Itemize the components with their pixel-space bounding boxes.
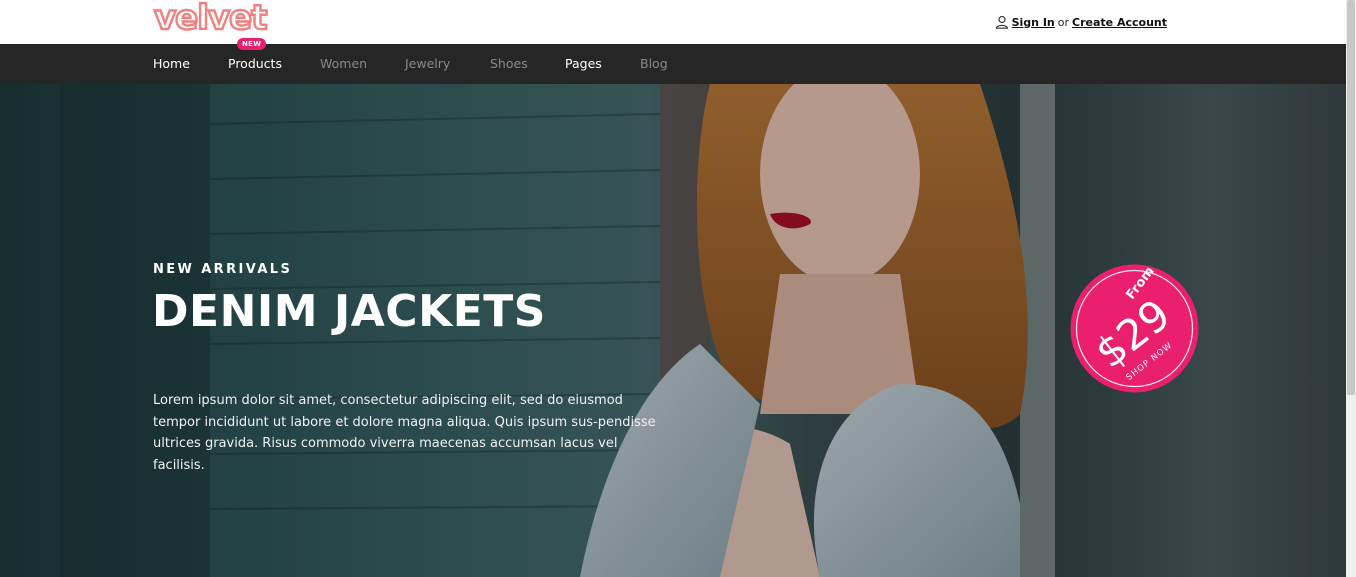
page: velvet Sign In or Create Account NEW Hom… — [0, 0, 1356, 577]
nav-shoes[interactable]: Shoes — [490, 56, 528, 71]
account-links: Sign In or Create Account — [995, 15, 1167, 29]
hero-description: Lorem ipsum dolor sit amet, consectetur … — [153, 393, 656, 473]
hero-kicker: NEW ARRIVALS — [153, 262, 293, 277]
main-nav: NEW Home Products Women Jewelry Shoes Pa… — [0, 38, 1346, 84]
nav-pages[interactable]: Pages — [565, 56, 602, 71]
create-account-link[interactable]: Create Account — [1072, 16, 1167, 29]
user-icon — [995, 15, 1009, 29]
hero-banner: NEW ARRIVALS DENIM JACKETS Lorem ipsum d… — [0, 84, 1346, 577]
top-header: velvet Sign In or Create Account — [0, 0, 1346, 44]
logo-text: velvet — [154, 0, 267, 38]
scrollbar-thumb[interactable] — [1347, 0, 1355, 395]
account-separator: or — [1057, 15, 1070, 29]
nav-jewelry[interactable]: Jewelry — [405, 56, 450, 71]
brand-logo[interactable]: velvet — [152, 0, 284, 40]
sign-in-link[interactable]: Sign In — [1012, 16, 1055, 29]
hero-headline: DENIM JACKETS — [152, 286, 546, 337]
nav-women[interactable]: Women — [320, 56, 367, 71]
price-badge[interactable]: From $29 SHOP NOW — [1070, 264, 1199, 393]
nav-blog[interactable]: Blog — [640, 56, 668, 71]
nav-home[interactable]: Home — [153, 56, 190, 71]
new-badge: NEW — [237, 38, 267, 50]
nav-products[interactable]: Products — [228, 56, 282, 71]
page-scrollbar[interactable] — [1346, 0, 1356, 577]
